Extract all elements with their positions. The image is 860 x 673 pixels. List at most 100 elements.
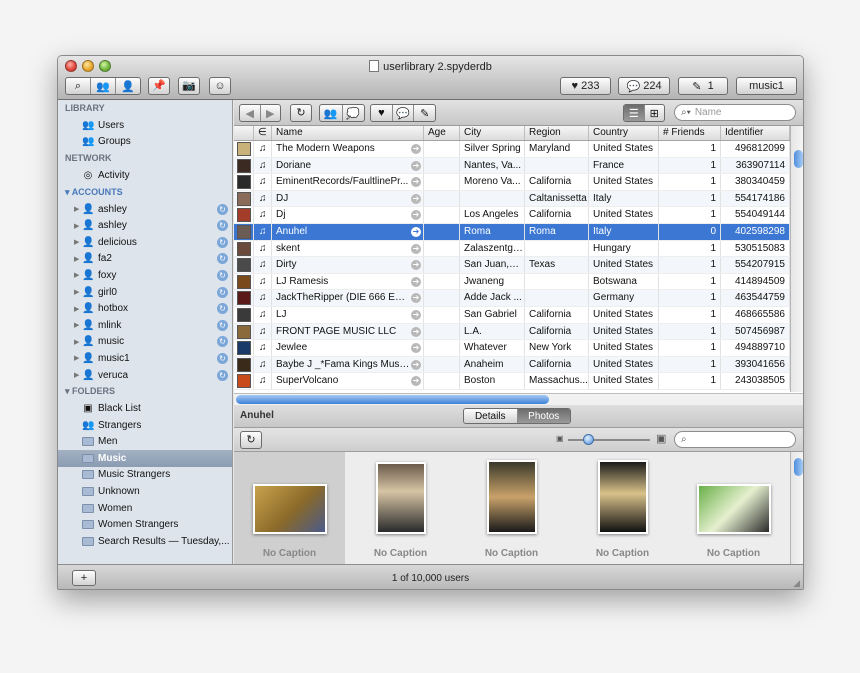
go-arrow-icon[interactable]: ➔ bbox=[411, 243, 421, 254]
grid-view-icon[interactable]: ⊞ bbox=[645, 105, 665, 121]
column-header[interactable]: ∈ bbox=[254, 126, 272, 140]
photo-item[interactable]: No Caption bbox=[567, 452, 678, 564]
sidebar-item-folder[interactable]: 👥 Strangers bbox=[58, 417, 232, 434]
sidebar-item-folder[interactable]: Women bbox=[58, 500, 232, 517]
table-row[interactable]: ♫ ➔ Dj Los Angeles California United States 1 5… bbox=[234, 207, 790, 224]
search-icon[interactable]: ⌕ bbox=[66, 78, 91, 94]
table-row[interactable]: ♫ ➔ LJ Ramesis Jwaneng Botswana 1 414894509 bbox=[234, 273, 790, 291]
accounts-heading[interactable]: ▾ ACCOUNTS bbox=[58, 187, 232, 201]
table-row[interactable]: ♫ ➔ DJ Caltanissetta Italy 1 554174186 bbox=[234, 190, 790, 208]
photo-thumbnail[interactable] bbox=[598, 460, 648, 534]
column-header[interactable]: Name bbox=[272, 126, 424, 140]
account-button[interactable]: music1 bbox=[736, 77, 797, 95]
sync-icon[interactable]: ↻ bbox=[217, 336, 228, 348]
camera-button[interactable]: 📷 bbox=[178, 77, 200, 95]
table-row[interactable]: ♫ ➔ The Modern Weapons Silver Spring Marylan… bbox=[234, 141, 790, 158]
table-row[interactable]: ♫ ➔ EminentRecords/FaultlinePr... Moreno Va… bbox=[234, 174, 790, 191]
sidebar-item-account[interactable]: ▶ 👤 music ↻ bbox=[58, 334, 232, 351]
column-header[interactable]: Age bbox=[424, 126, 460, 140]
disclosure-triangle-icon[interactable]: ▶ bbox=[74, 271, 79, 279]
list-view-icon[interactable]: ☰ bbox=[624, 105, 645, 121]
disclosure-triangle-icon[interactable]: ▶ bbox=[74, 255, 79, 263]
scroll-thumb[interactable] bbox=[794, 458, 803, 476]
friends-icon[interactable]: 👥 bbox=[320, 105, 343, 121]
go-arrow-icon[interactable]: ➔ bbox=[411, 193, 421, 204]
sidebar-item-groups[interactable]: 👥 Groups bbox=[58, 134, 232, 151]
table-row[interactable]: ♫ ➔ LJ San Gabriel California United States 1 4… bbox=[234, 306, 790, 324]
sidebar-item-account[interactable]: ▶ 👤 hotbox ↻ bbox=[58, 300, 232, 317]
sync-icon[interactable]: ↻ bbox=[217, 319, 228, 331]
go-arrow-icon[interactable]: ➔ bbox=[411, 276, 421, 287]
sidebar-item-account[interactable]: ▶ 👤 ashley ↻ bbox=[58, 217, 232, 234]
sync-icon[interactable]: ↻ bbox=[217, 369, 228, 381]
table-vertical-scrollbar[interactable] bbox=[790, 126, 803, 392]
table-horizontal-scrollbar[interactable] bbox=[234, 393, 803, 405]
tab-photos[interactable]: Photos bbox=[517, 409, 570, 423]
sidebar-item-account[interactable]: ▶ 👤 veruca ↻ bbox=[58, 367, 232, 384]
find-friends-icon[interactable]: 👥 bbox=[91, 78, 116, 94]
disclosure-triangle-icon[interactable]: ▶ bbox=[74, 238, 79, 246]
go-arrow-icon[interactable]: ➔ bbox=[411, 309, 421, 320]
disclosure-triangle-icon[interactable]: ▶ bbox=[74, 371, 79, 379]
sync-icon[interactable]: ↻ bbox=[217, 352, 228, 364]
forward-arrow-icon[interactable]: ▶ bbox=[261, 105, 281, 121]
photo-search-input[interactable]: ⌕ bbox=[674, 431, 796, 448]
sidebar-item-folder[interactable]: Unknown bbox=[58, 483, 232, 500]
sidebar-item-folder[interactable]: Music bbox=[58, 450, 232, 467]
sidebar-item-account[interactable]: ▶ 👤 ashley ↻ bbox=[58, 201, 232, 218]
sync-icon[interactable]: ↻ bbox=[217, 220, 228, 232]
photo-thumbnail[interactable] bbox=[253, 484, 327, 534]
photo-scrollbar[interactable] bbox=[790, 452, 803, 564]
sidebar-item-account[interactable]: ▶ 👤 foxy ↻ bbox=[58, 267, 232, 284]
table-row[interactable]: ♫ ➔ Baybe J _*Fama Kings Music*_ Anaheim Cal… bbox=[234, 356, 790, 374]
column-header-avatar[interactable] bbox=[234, 126, 254, 140]
tab-details[interactable]: Details bbox=[464, 409, 518, 423]
column-header[interactable]: Region bbox=[525, 126, 589, 140]
go-arrow-icon[interactable]: ➔ bbox=[411, 210, 421, 221]
sidebar-item-folder[interactable]: Search Results — Tuesday,... bbox=[58, 533, 232, 550]
sidebar-item-account[interactable]: ▶ 👤 mlink ↻ bbox=[58, 317, 232, 334]
folders-heading[interactable]: ▾ FOLDERS bbox=[58, 386, 232, 400]
photo-item[interactable]: No Caption bbox=[345, 452, 456, 564]
sidebar-item-account[interactable]: ▶ 👤 delicious ↻ bbox=[58, 234, 232, 251]
pin-button[interactable]: 📌 bbox=[148, 77, 170, 95]
photo-item[interactable]: No Caption bbox=[456, 452, 567, 564]
resize-grip-icon[interactable]: ◢ bbox=[793, 578, 800, 589]
sidebar-item-account[interactable]: ▶ 👤 music1 ↻ bbox=[58, 350, 232, 367]
sidebar-item-folder[interactable]: ▣ Black List bbox=[58, 400, 232, 417]
message-icon[interactable]: 💬 bbox=[393, 105, 415, 121]
chat-icon[interactable]: 💭 bbox=[343, 105, 365, 121]
go-arrow-icon[interactable]: ➔ bbox=[411, 144, 421, 154]
table-row[interactable]: ♫ ➔ skent Zalaszentgrót Hungary 1 530515083 bbox=[234, 240, 790, 258]
photo-item[interactable]: No Caption bbox=[234, 452, 345, 564]
scroll-thumb[interactable] bbox=[794, 150, 803, 168]
table-row[interactable]: ♫ ➔ Dirty San Juan,W... Texas United States 1 5… bbox=[234, 257, 790, 274]
sidebar-item-account[interactable]: ▶ 👤 fa2 ↻ bbox=[58, 251, 232, 268]
refresh-button[interactable]: ↻ bbox=[290, 104, 312, 122]
photo-thumbnail[interactable] bbox=[697, 484, 771, 534]
table-row[interactable]: ♫ ➔ Doriane Nantes, Va... France 1 363907114 bbox=[234, 157, 790, 175]
column-header[interactable]: # Friends bbox=[659, 126, 721, 140]
sync-icon[interactable]: ↻ bbox=[217, 253, 228, 265]
go-arrow-icon[interactable]: ➔ bbox=[411, 343, 421, 354]
disclosure-triangle-icon[interactable]: ▶ bbox=[74, 288, 79, 296]
search-input[interactable]: ⌕▾ Name bbox=[674, 104, 796, 121]
disclosure-triangle-icon[interactable]: ▶ bbox=[74, 354, 79, 362]
back-arrow-icon[interactable]: ◀ bbox=[240, 105, 261, 121]
notes-count-button[interactable]: ✎ 1 bbox=[678, 77, 728, 95]
table-row[interactable]: ♫ ➔ Anuhel Roma Roma Italy 0 402598298 bbox=[234, 223, 790, 241]
photo-thumbnail[interactable] bbox=[487, 460, 537, 534]
disclosure-triangle-icon[interactable]: ▶ bbox=[74, 321, 79, 329]
column-header[interactable]: Identifier bbox=[721, 126, 790, 140]
heart-icon[interactable]: ♥ bbox=[371, 105, 393, 121]
sync-icon[interactable]: ↻ bbox=[217, 269, 228, 281]
table-row[interactable]: ♫ ➔ SuperVolcano Boston Massachus... United S… bbox=[234, 373, 790, 390]
column-header[interactable]: City bbox=[460, 126, 525, 140]
sidebar-item-account[interactable]: ▶ 👤 girl0 ↻ bbox=[58, 284, 232, 301]
go-arrow-icon[interactable]: ➔ bbox=[411, 326, 421, 337]
sidebar-item-folder[interactable]: Women Strangers bbox=[58, 516, 232, 533]
go-arrow-icon[interactable]: ➔ bbox=[411, 260, 421, 271]
sidebar-item-users[interactable]: 👥 Users bbox=[58, 117, 232, 134]
table-row[interactable]: ♫ ➔ Jewlee Whatever New York United States 1 49… bbox=[234, 340, 790, 357]
go-arrow-icon[interactable]: ➔ bbox=[411, 177, 421, 188]
